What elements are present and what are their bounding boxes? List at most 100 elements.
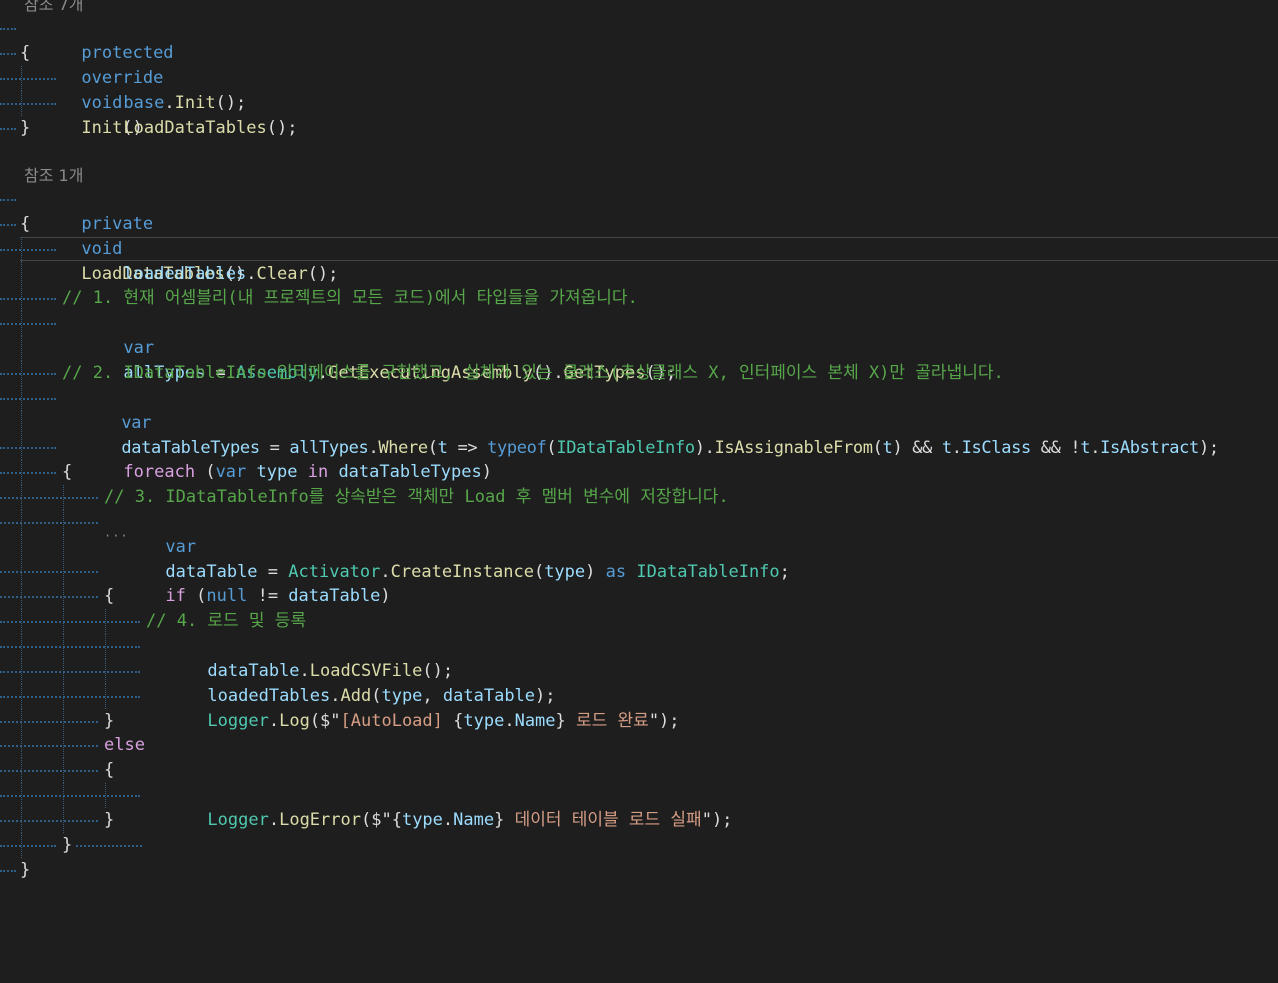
- punctuation: ).: [694, 438, 715, 458]
- whitespace-dots: [0, 870, 16, 872]
- code-line-open-brace[interactable]: {: [0, 212, 41, 237]
- indent-guide: [63, 485, 64, 510]
- indent-guide: [21, 361, 22, 386]
- code-line-foreach[interactable]: foreach (var type in dataTableTypes): [0, 435, 492, 482]
- punctuation: .: [268, 711, 280, 731]
- method-name: LogError: [279, 810, 361, 830]
- indent-guide: [21, 460, 22, 485]
- whitespace-dots: [0, 298, 56, 300]
- keyword: var: [121, 413, 151, 433]
- whitespace-dots: [0, 249, 56, 251]
- indent-guide: [21, 609, 22, 634]
- code-line-close-brace[interactable]: }: [0, 858, 41, 883]
- code-line-close-brace[interactable]: }: [0, 116, 41, 141]
- indent-guide: [21, 286, 22, 311]
- whitespace-dots: [0, 373, 56, 375]
- whitespace-dots: [0, 103, 56, 105]
- code-line-open-brace[interactable]: {: [0, 460, 72, 485]
- code-line-comment-3[interactable]: // 3. IDataTableInfo를 상속받은 객체만 Load 후 멤버…: [0, 485, 729, 510]
- code-line-alltypes[interactable]: var allTypes = Assembly.GetExecutingAsse…: [0, 311, 676, 383]
- variable: t: [941, 438, 952, 458]
- property: IsAbstract: [1100, 438, 1199, 458]
- code-line-logger-log[interactable]: Logger.Log($"[AutoLoad] {type.Name} 로드 완…: [0, 684, 680, 731]
- whitespace-dots: [0, 53, 16, 55]
- whitespace-dots: [0, 472, 56, 474]
- method-name: CreateInstance: [390, 562, 534, 582]
- codelens-init-references[interactable]: 참조 7개: [24, 0, 83, 16]
- code-line-close-brace[interactable]: }: [0, 709, 114, 734]
- variable: dataTable: [288, 586, 381, 606]
- whitespace-dots: [0, 770, 98, 772]
- code-line-open-brace[interactable]: {: [0, 41, 41, 66]
- indent-guide: [21, 659, 22, 684]
- indent-guide: [21, 584, 22, 609]
- string-literal: 데이터 테이블 로드 실패: [504, 810, 702, 830]
- code-line-else[interactable]: else: [0, 733, 145, 758]
- brace: }: [104, 810, 115, 830]
- operator: !=: [247, 586, 289, 606]
- code-line-close-brace[interactable]: }: [0, 808, 114, 833]
- punctuation: {: [391, 810, 402, 830]
- indent-guide: [105, 609, 106, 634]
- indent-guide: [63, 684, 64, 709]
- string-literal: 로드 완료: [565, 711, 649, 731]
- code-line-comment-2[interactable]: // 2. IDataTableInfo 인터페이스를 구현했고, 실체가 있는…: [0, 361, 1004, 386]
- whitespace-dots: [0, 820, 98, 822]
- variable: loadedTables: [123, 264, 247, 284]
- code-line-clear[interactable]: loadedTables.Clear();: [0, 237, 338, 284]
- code-line-close-brace[interactable]: }: [0, 833, 142, 858]
- comment: // 1. 현재 어셈블리(내 프로젝트의 모든 코드)에서 타입들을 가져옵니…: [62, 288, 638, 308]
- whitespace-dots: [0, 224, 16, 226]
- variable: type: [256, 462, 298, 482]
- indent-guide: [105, 634, 106, 659]
- code-line-datatabletypes[interactable]: var dataTableTypes = allTypes.Where(t =>…: [0, 386, 1219, 458]
- code-line-loaddatatables-signature[interactable]: private void LoadDataTables(): [0, 187, 245, 284]
- indent-guide: [105, 684, 106, 709]
- code-editor[interactable]: 참조 7개 참조 1개 protected override void Init…: [0, 0, 1278, 899]
- punctuation: ($": [360, 810, 392, 830]
- keyword: as: [605, 562, 627, 582]
- whitespace-dots: [0, 845, 56, 847]
- code-line-base-init[interactable]: base.Init();: [0, 66, 246, 113]
- indent-guide: [63, 733, 64, 758]
- punctuation: ($": [309, 711, 341, 731]
- code-line-open-brace[interactable]: {: [0, 584, 114, 609]
- keyword: protected: [81, 43, 174, 63]
- code-line-logger-logerror[interactable]: Logger.LogError($"{type.Name} 데이터 테이블 로드…: [0, 783, 732, 830]
- code-line-comment-4[interactable]: // 4. 로드 및 등록: [0, 609, 306, 634]
- code-line-empty[interactable]: [0, 262, 41, 287]
- code-line-empty[interactable]: [0, 411, 41, 436]
- code-line-open-brace[interactable]: {: [0, 758, 114, 783]
- code-line-init-signature[interactable]: protected override void Init(): [0, 16, 174, 138]
- code-line-empty[interactable]: [0, 535, 64, 560]
- brace: {: [20, 43, 31, 63]
- comment: // 4. 로드 및 등록: [146, 611, 307, 631]
- punctuation: (: [546, 438, 557, 458]
- comment: // 3. IDataTableInfo를 상속받은 객체만 Load 후 멤버…: [104, 487, 729, 507]
- indent-guide: [63, 758, 64, 783]
- type-name: Logger: [207, 711, 269, 731]
- punctuation: ): [481, 462, 492, 482]
- whitespace-dots: [0, 28, 16, 30]
- code-line-loadcsv[interactable]: dataTable.LoadCSVFile();: [0, 634, 453, 681]
- punctuation: .: [1090, 438, 1101, 458]
- code-line-comment-1[interactable]: // 1. 현재 어셈블리(내 프로젝트의 모든 코드)에서 타입들을 가져옵니…: [0, 286, 638, 311]
- whitespace-dots: [76, 845, 142, 847]
- whitespace-dots: [0, 398, 56, 400]
- control-keyword: foreach: [123, 462, 196, 482]
- method-name: Clear: [256, 264, 308, 284]
- suggestion-dots[interactable]: ···: [104, 530, 129, 542]
- code-line-call-loaddatatables[interactable]: LoadDataTables();: [0, 91, 297, 138]
- code-line-empty[interactable]: [0, 336, 41, 361]
- operator: && !: [1030, 438, 1081, 458]
- indent-guide: [21, 535, 22, 560]
- variable: type: [401, 810, 443, 830]
- whitespace-dots: [0, 447, 56, 449]
- punctuation: }: [494, 810, 505, 830]
- variable: t: [1080, 438, 1091, 458]
- code-line-if[interactable]: if (null != dataTable): [0, 559, 391, 606]
- punctuation: .: [442, 810, 454, 830]
- code-line-add[interactable]: loadedTables.Add(type, dataTable);: [0, 659, 556, 706]
- code-line-datatable-create[interactable]: var dataTable = Activator.CreateInstance…: [0, 510, 790, 582]
